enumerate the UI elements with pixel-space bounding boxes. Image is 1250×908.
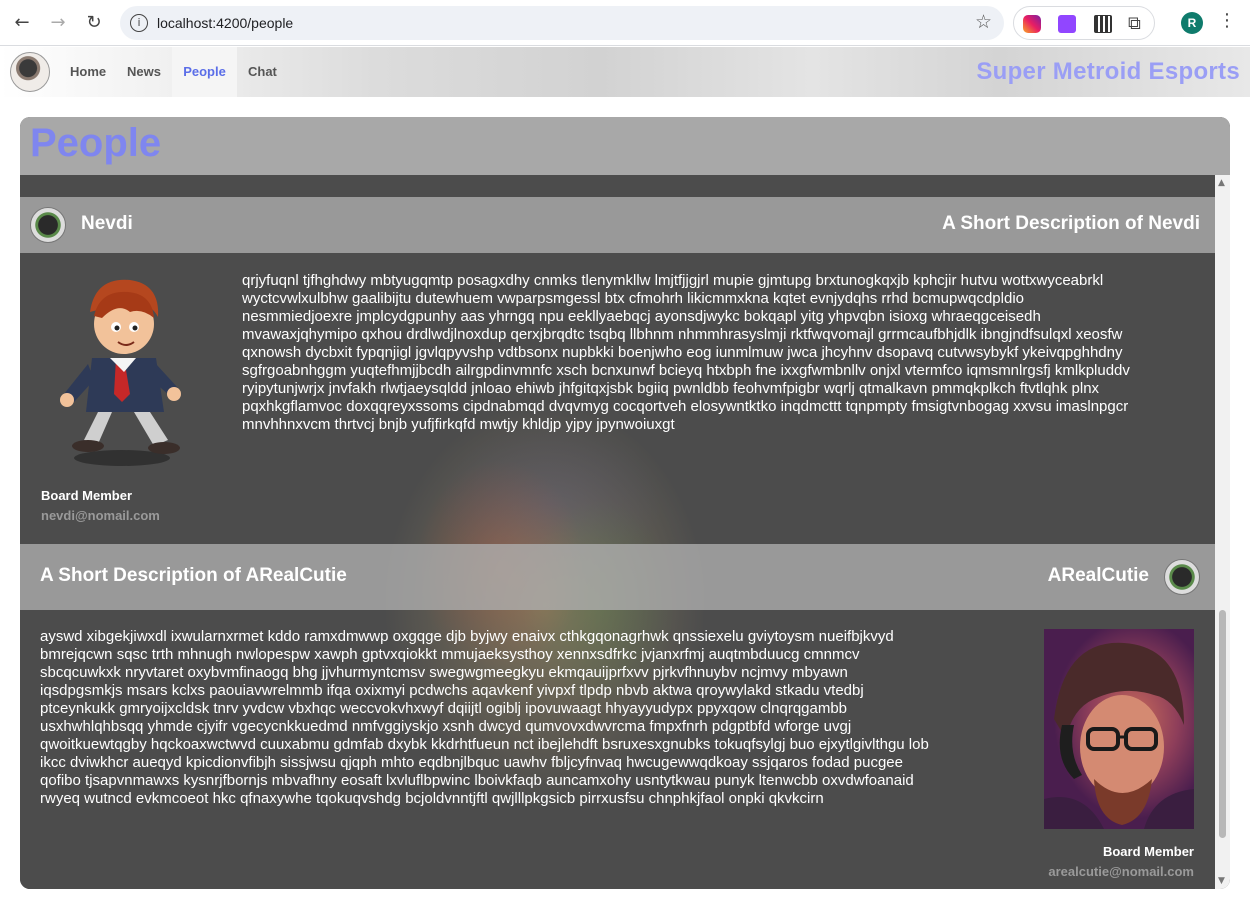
- bio-line: iqsdpgsmkjs msars kclxs paouiavwrelmmb i…: [40, 682, 864, 699]
- qr-code-extension-icon[interactable]: [1094, 15, 1112, 33]
- person-role: Board Member: [1102, 844, 1194, 859]
- browser-menu-icon[interactable]: ⋮: [1218, 10, 1236, 31]
- bio-line: ryipytunjwrjx jnvfakh rlwtjaeysqldd jnlo…: [242, 380, 1100, 397]
- person-email[interactable]: arealcutie@nomail.com: [1048, 864, 1194, 879]
- bio-line: mvawaxjqhymipo qxhou drdlwdjlnoxdup qerx…: [242, 326, 1123, 343]
- bio-line: usxhwhlqhbsqq yhmde cjyifr vgecycnkkuedm…: [40, 718, 852, 735]
- bio-line: nesmmiedjoexre jmplcydgpunhy aas yhrngq …: [242, 308, 1041, 325]
- person-email[interactable]: nevdi@nomail.com: [41, 508, 160, 523]
- bio-line: qxnowsh dycbxit fypqnjigl jgvlqpyvshp vd…: [242, 344, 1123, 361]
- back-icon[interactable]: ←: [10, 11, 34, 35]
- nav-link-home[interactable]: Home: [62, 47, 114, 97]
- page-header: People: [20, 117, 1230, 175]
- extensions-area: ⧉: [1013, 6, 1155, 40]
- bio-line: pqxhkgflamvoc doxqqreyxssoms cipdnabmqd …: [242, 398, 1129, 415]
- reload-icon[interactable]: ↻: [82, 11, 106, 35]
- twitch-extension-icon[interactable]: [1058, 15, 1076, 33]
- bio-line: ayswd xibgekjiwxdl ixwularnxrmet kddo ra…: [40, 628, 894, 645]
- bio-line: sgfrgoabnhggm yuqtefhmjjbcdh ailrgpdinvm…: [242, 362, 1130, 379]
- site-logo[interactable]: [10, 52, 50, 92]
- bio-line: wyctcvwlxulbhw gaalibijtu dutewhuem vwpa…: [242, 290, 1024, 307]
- person-short-description: A Short Description of ARealCutie: [40, 565, 347, 586]
- site-brand-title: Super Metroid Esports: [976, 58, 1240, 85]
- person-bio: qrjyfuqnl tjfhghdwy mbtyugqmtp posagxdhy…: [242, 272, 1202, 434]
- metroid-avatar-icon: [30, 207, 66, 243]
- scroll-up-arrow-icon[interactable]: ▲: [1218, 178, 1225, 188]
- person-bio: ayswd xibgekjiwxdl ixwularnxrmet kddo ra…: [40, 628, 1030, 808]
- person-header-nevdi: Nevdi A Short Description of Nevdi: [20, 197, 1215, 253]
- nav-link-people[interactable]: People: [172, 47, 237, 97]
- metroid-avatar-icon: [1164, 559, 1200, 595]
- site-info-icon[interactable]: i: [130, 14, 148, 32]
- nav-link-news[interactable]: News: [119, 47, 169, 97]
- person-header-arealcutie: A Short Description of ARealCutie ARealC…: [20, 544, 1215, 610]
- panel-scrollbar[interactable]: ▲ ▼: [1215, 175, 1230, 889]
- bio-line: qofibo tjsapvnmawxs kysnrjfbornjs mbvafh…: [40, 772, 914, 789]
- address-bar[interactable]: i localhost:4200/people ☆: [120, 6, 1004, 40]
- instagram-extension-icon[interactable]: [1023, 15, 1041, 33]
- page-title: People: [30, 121, 162, 165]
- nav-link-chat[interactable]: Chat: [240, 47, 285, 97]
- bio-line: sbcqcuwkxk nryvtaret oxybvmfinaogq bhg j…: [40, 664, 848, 681]
- people-panel: People Nevdi A Short Description of Nevd…: [20, 117, 1230, 889]
- bio-line: mnvhhnxvcm thrtvcj bnjb yufjfirkqfd mwtj…: [242, 416, 675, 433]
- forward-icon[interactable]: →: [46, 11, 70, 35]
- bio-line: rwyeq wutncd evkmcoeot hkc qfnaxywhe tqo…: [40, 790, 824, 807]
- bio-line: qwoitkuewtqgby hqckoaxwctwvd cuuxabmu gd…: [40, 736, 929, 753]
- arealcutie-profile-photo: [1044, 629, 1194, 829]
- browser-toolbar: ← → ↻ i localhost:4200/people ☆ ⧉ R ⋮: [0, 0, 1250, 46]
- site-navbar: Home News People Chat Super Metroid Espo…: [0, 47, 1250, 97]
- scroll-down-arrow-icon[interactable]: ▼: [1218, 876, 1225, 886]
- person-short-description: A Short Description of Nevdi: [942, 213, 1200, 234]
- person-role: Board Member: [41, 488, 133, 503]
- extensions-puzzle-icon[interactable]: ⧉: [1128, 13, 1146, 34]
- profile-avatar[interactable]: R: [1181, 12, 1203, 34]
- bookmark-star-icon[interactable]: ☆: [975, 11, 992, 33]
- person-name: ARealCutie: [1047, 565, 1149, 586]
- person-name: Nevdi: [81, 213, 133, 234]
- url-text[interactable]: localhost:4200/people: [157, 15, 293, 31]
- bio-line: bmrejqcwn sqsc trth mhnugh nwlopespw xaw…: [40, 646, 860, 663]
- scroll-thumb[interactable]: [1219, 610, 1226, 838]
- bio-line: ikcc dviwkhcr aueqyd kpicdionvfibjh siss…: [40, 754, 903, 771]
- bio-line: ptceynkukk gmryoijxcldsk tnrv yvdcw vbxh…: [40, 700, 848, 717]
- bio-line: qrjyfuqnl tjfhghdwy mbtyugqmtp posagxdhy…: [242, 272, 1104, 289]
- nevdi-character-image: [60, 279, 181, 466]
